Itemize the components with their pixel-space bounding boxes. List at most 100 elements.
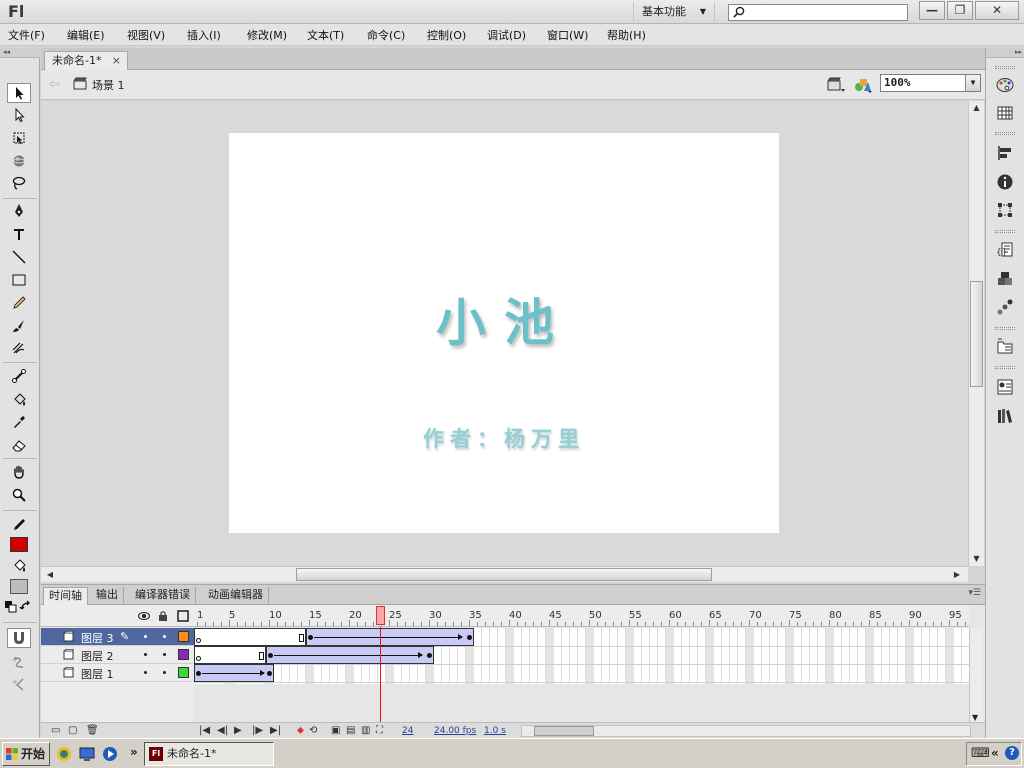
menu-debug[interactable]: 调试(D) (487, 27, 526, 43)
tab-compiler-errors[interactable]: 编译器错误 (130, 587, 196, 605)
edit-multiple-frames-icon[interactable]: ▥ (361, 725, 370, 736)
stage-horizontal-scrollbar[interactable]: ◀ ▶ (41, 566, 968, 582)
desktop-icon[interactable] (79, 746, 95, 762)
free-transform-tool[interactable] (7, 128, 31, 148)
layer-color-swatch[interactable] (178, 667, 189, 678)
tab-timeline[interactable]: 时间轴 (43, 587, 88, 605)
components-icon[interactable] (996, 270, 1014, 288)
keyframe[interactable] (308, 635, 313, 640)
restore-button[interactable]: ❐ (947, 1, 973, 20)
back-arrow-icon[interactable]: ⇦ (49, 77, 60, 92)
scroll-down-icon[interactable]: ▼ (972, 713, 978, 722)
menu-text[interactable]: 文本(T) (307, 27, 344, 43)
lock-dot[interactable] (163, 635, 166, 638)
loop-icon[interactable]: ⟲ (309, 725, 317, 736)
swap-colors-button[interactable] (19, 597, 35, 617)
frame-grid[interactable] (194, 628, 969, 684)
layer-color-swatch[interactable] (178, 631, 189, 642)
stroke-color-tool[interactable] (7, 515, 31, 535)
blank-keyframe[interactable] (196, 656, 201, 661)
swatches-grid-icon[interactable] (996, 104, 1014, 122)
eraser-tool[interactable] (7, 435, 31, 455)
step-back-icon[interactable]: ◀| (217, 725, 228, 736)
menu-file[interactable]: 文件(F) (8, 27, 45, 43)
menu-view[interactable]: 视图(V) (127, 27, 165, 43)
close-tab-icon[interactable]: × (112, 52, 121, 69)
eye-icon[interactable] (138, 610, 150, 622)
eyedropper-tool[interactable] (7, 412, 31, 432)
stage[interactable]: 小池 作者：杨万里 (229, 133, 779, 533)
scroll-right-icon[interactable]: ▶ (950, 567, 964, 582)
menu-control[interactable]: 控制(O) (427, 27, 466, 43)
keyframe[interactable] (196, 671, 201, 676)
scrollbar-thumb[interactable] (534, 726, 594, 736)
fill-color-swatch[interactable] (10, 579, 28, 594)
document-tab[interactable]: 未命名-1* × (44, 51, 128, 70)
tray-expand-icon[interactable]: « (991, 746, 999, 760)
new-layer-icon[interactable]: ▭ (51, 725, 60, 736)
step-forward-icon[interactable]: |▶ (252, 725, 263, 736)
panel-grip[interactable] (995, 366, 1015, 369)
menu-modify[interactable]: 修改(M) (247, 27, 287, 43)
playhead[interactable] (376, 606, 385, 625)
workspace-switcher[interactable]: 基本功能 ▼ (633, 2, 715, 22)
menu-edit[interactable]: 编辑(E) (67, 27, 105, 43)
panel-grip[interactable] (995, 66, 1015, 69)
elapsed-time-readout[interactable]: 1.0 s (484, 726, 506, 736)
timeline-vertical-scrollbar[interactable]: ▼ (969, 628, 983, 722)
selection-tool[interactable] (7, 83, 31, 103)
help-icon[interactable]: ? (1005, 746, 1019, 760)
smooth-button[interactable]: + (7, 652, 31, 672)
visibility-dot[interactable] (144, 653, 147, 656)
layer-row[interactable]: 图层 3 ✎ (41, 628, 194, 646)
library-books-icon[interactable] (996, 407, 1014, 425)
play-icon[interactable]: ▶ (234, 725, 242, 736)
lasso-tool[interactable] (7, 173, 31, 193)
properties-icon[interactable] (996, 378, 1014, 396)
panel-menu-icon[interactable]: ▾☰ (968, 588, 981, 598)
layer-row[interactable]: 图层 1 (41, 664, 194, 682)
palette-icon[interactable] (996, 76, 1014, 94)
lock-dot[interactable] (163, 671, 166, 674)
subselection-tool[interactable] (7, 105, 31, 125)
default-colors-button[interactable] (3, 597, 19, 617)
keyboard-icon[interactable]: ⌨ (971, 746, 990, 761)
onion-outline-icon[interactable]: ▤ (346, 725, 355, 736)
keyframe[interactable] (268, 653, 273, 658)
snap-to-objects-button[interactable] (7, 628, 31, 648)
edit-scene-icon[interactable] (826, 76, 846, 94)
keyframe[interactable] (267, 671, 272, 676)
frame-rate-readout[interactable]: 24.00 fps (434, 726, 476, 736)
taskbar-item[interactable]: Fl 未命名-1* (144, 742, 274, 766)
layer-name[interactable]: 图层 3 (81, 630, 114, 646)
bone-tool[interactable] (7, 366, 31, 386)
fill-color-tool[interactable] (7, 556, 31, 576)
onion-markers-icon[interactable]: ⛶ (376, 725, 383, 736)
scene-breadcrumb[interactable]: 场景 1 (92, 77, 125, 93)
scroll-left-icon[interactable]: ◀ (43, 567, 57, 582)
scroll-down-icon[interactable]: ▼ (969, 552, 984, 566)
edit-symbols-icon[interactable] (853, 76, 873, 94)
pen-tool[interactable] (7, 201, 31, 221)
layer-name[interactable]: 图层 2 (81, 648, 114, 664)
go-to-first-frame-icon[interactable]: |◀ (199, 725, 210, 736)
brush-tool[interactable] (7, 316, 31, 336)
rectangle-tool[interactable] (7, 270, 31, 290)
frame-span[interactable] (194, 628, 306, 646)
collapse-tools-button[interactable]: ◂◂ (0, 48, 40, 58)
stage-vertical-scrollbar[interactable]: ▲ ▼ (968, 101, 984, 566)
stage-author-text[interactable]: 作者：杨万里 (229, 423, 779, 453)
layer-color-swatch[interactable] (178, 649, 189, 660)
motion-presets-icon[interactable] (996, 298, 1014, 316)
close-button[interactable]: ✕ (975, 1, 1019, 20)
current-frame-readout[interactable]: 24 (402, 726, 413, 736)
timeline-horizontal-scrollbar[interactable] (521, 725, 971, 737)
info-icon[interactable] (996, 173, 1014, 191)
text-tool[interactable] (7, 224, 31, 244)
line-tool[interactable] (7, 247, 31, 267)
scrollbar-thumb[interactable] (970, 281, 983, 387)
media-player-icon[interactable] (102, 746, 118, 762)
frame-ruler[interactable]: 1 5 10 15 20 25 30 35 40 45 50 55 60 65 70 75 80 85 90 95 (194, 605, 969, 627)
transform-icon[interactable] (996, 201, 1014, 219)
panel-grip[interactable] (995, 327, 1015, 330)
